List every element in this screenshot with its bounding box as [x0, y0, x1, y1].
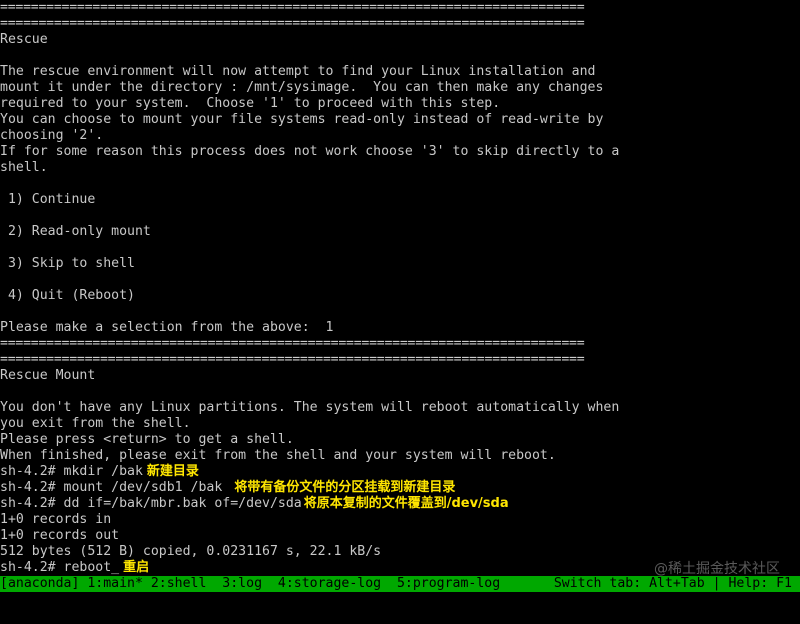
intro-line: choosing '2'. [0, 128, 104, 143]
rescue-mount-title: Rescue Mount [0, 368, 96, 383]
shell-output-line: 1+0 records in [0, 512, 112, 527]
shell-command: sh-4.2# mkdir /bak [0, 464, 143, 479]
help-hint: Switch tab: Alt+Tab | Help: F1 [553, 576, 792, 591]
shell-output-line: 512 bytes (512 B) copied, 0.0231167 s, 2… [0, 544, 382, 559]
window-tabs[interactable]: [anaconda] 1:main* 2:shell 3:log 4:stora… [0, 576, 500, 592]
mount-message-line: you exit from the shell. [0, 416, 191, 431]
shell-command-line: sh-4.2# dd if=/bak/mbr.bak of=/dev/sda 将原… [0, 496, 509, 512]
mount-message-line: You don't have any Linux partitions. The… [0, 400, 620, 415]
intro-line: mount it under the directory : /mnt/sysi… [0, 80, 604, 95]
command-annotation: 新建目录 [146, 464, 199, 479]
command-annotation: 重启 [123, 560, 150, 575]
bottom-margin [0, 592, 800, 600]
shell-command: sh-4.2# reboot_ [0, 560, 120, 575]
menu-option-read-only-mount[interactable]: 2) Read-only mount [0, 224, 151, 240]
command-annotation: 将原本复制的文件覆盖到/dev/sda [303, 496, 509, 511]
selection-prompt[interactable]: Please make a selection from the above: … [0, 320, 333, 336]
intro-line: required to your system. Choose '1' to p… [0, 96, 501, 111]
intro-line: The rescue environment will now attempt … [0, 64, 596, 79]
command-annotation: 将带有备份文件的分区挂载到新建目录 [234, 480, 456, 495]
shell-command: sh-4.2# dd if=/bak/mbr.bak of=/dev/sda [0, 496, 302, 511]
shell-prompt-line[interactable]: sh-4.2# reboot_ 重启 [0, 560, 149, 576]
terminal-screen[interactable]: ========================================… [0, 0, 800, 576]
tmux-status-bar[interactable]: [anaconda] 1:main* 2:shell 3:log 4:stora… [0, 576, 800, 592]
menu-option-continue[interactable]: 1) Continue [0, 192, 95, 208]
rescue-title: Rescue [0, 32, 48, 47]
shell-command-line: sh-4.2# mkdir /bak 新建目录 [0, 464, 199, 480]
shell-command-line: sh-4.2# mount /dev/sdb1 /bak 将带有备份文件的分区挂载… [0, 480, 455, 496]
menu-option-quit-reboot[interactable]: 4) Quit (Reboot) [0, 288, 135, 304]
separator-rule: ========================================… [0, 352, 585, 367]
separator-rule: ========================================… [0, 336, 585, 351]
shell-command: sh-4.2# mount /dev/sdb1 /bak [0, 480, 223, 495]
separator-rule: ========================================… [0, 16, 585, 31]
intro-line: If for some reason this process does not… [0, 144, 620, 159]
separator-rule: ========================================… [0, 0, 585, 15]
shell-output-line: 1+0 records out [0, 528, 120, 543]
mount-message-line: When finished, please exit from the shel… [0, 448, 556, 463]
watermark: @稀土掘金技术社区 [654, 561, 780, 577]
intro-line: shell. [0, 160, 48, 175]
menu-option-skip-to-shell[interactable]: 3) Skip to shell [0, 256, 135, 272]
intro-line: You can choose to mount your file system… [0, 112, 604, 127]
mount-message-line: Please press <return> to get a shell. [0, 432, 294, 447]
